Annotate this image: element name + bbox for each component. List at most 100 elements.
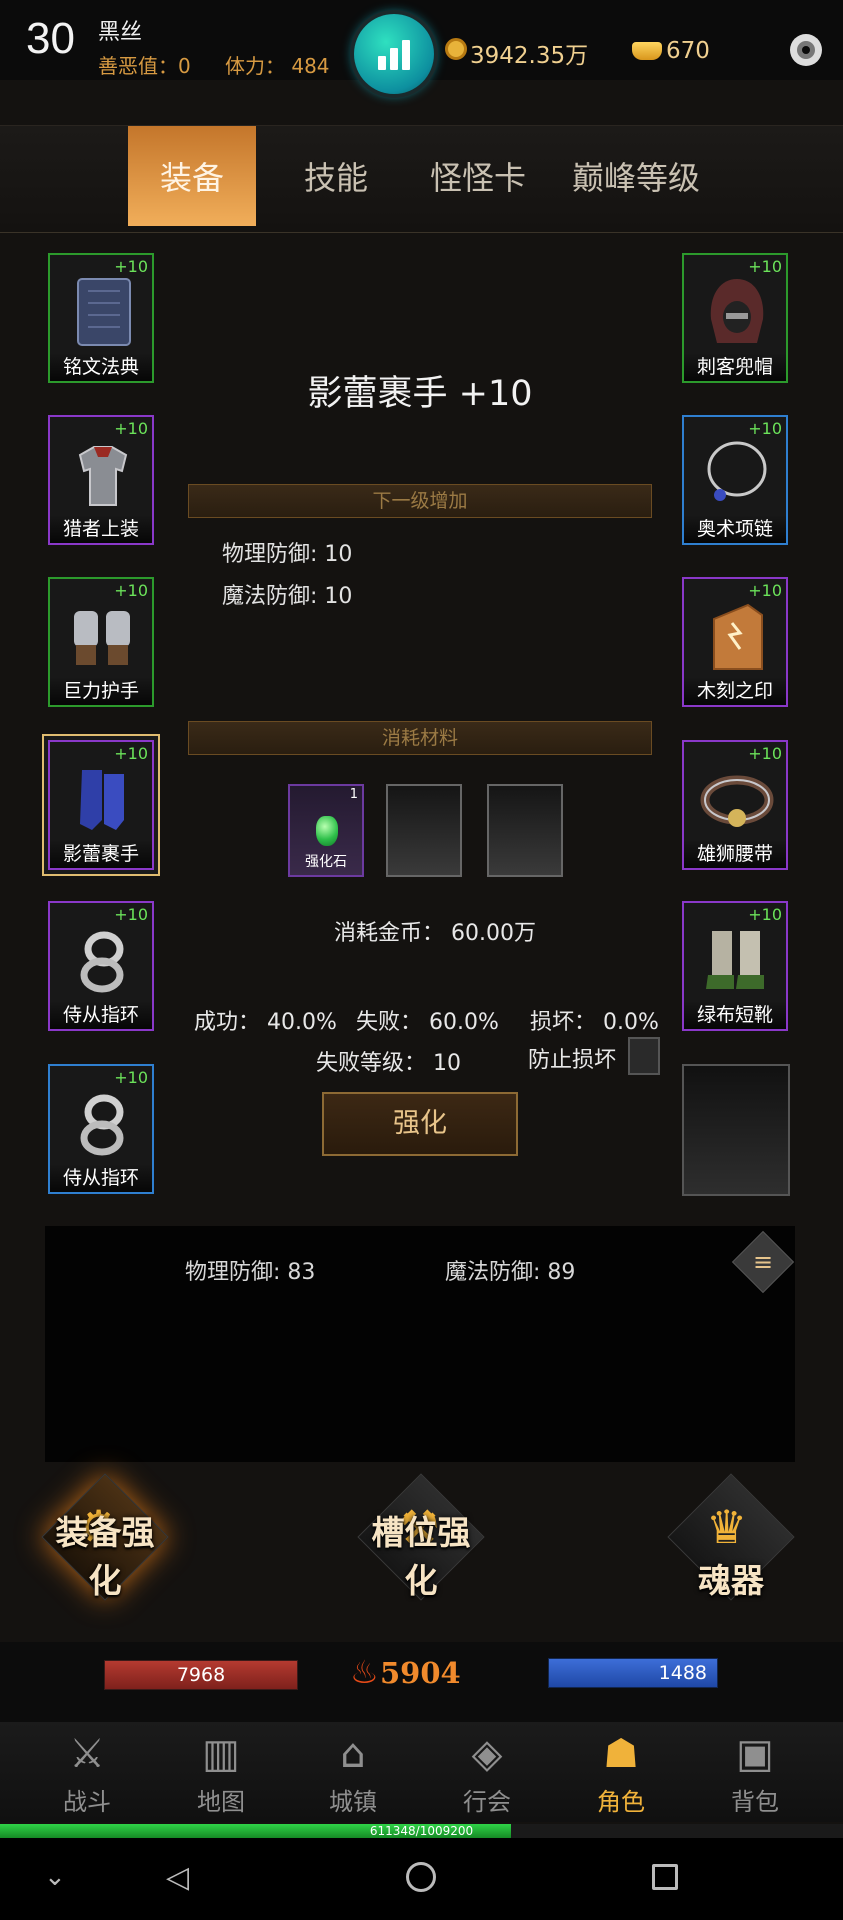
gear-icon[interactable] <box>790 34 822 66</box>
equip-slot-shadow-gloves[interactable]: +10 影蕾裹手 <box>48 740 154 870</box>
failure-rate: 失败： 60.0% <box>356 1010 499 1035</box>
nav-town[interactable]: ⌂ 城镇 <box>298 1722 408 1822</box>
next-level-banner: 下一级增加 <box>188 484 652 518</box>
material-label: 强化石 <box>305 854 347 870</box>
gold-amount: 3942.35万 <box>470 43 589 69</box>
protect-label: 防止损坏 <box>528 1048 617 1073</box>
chest-armor-icon <box>78 446 128 506</box>
material-count: 1 <box>349 787 358 802</box>
back-icon[interactable]: ◁ <box>166 1860 189 1895</box>
backpack-icon: ▣ <box>736 1731 774 1777</box>
tab-monster-cards[interactable]: 怪怪卡 <box>428 126 528 226</box>
slot-label: 铭文法典 <box>50 353 152 381</box>
mp-bar: 1488 <box>548 1658 718 1688</box>
equip-slot-boots[interactable]: +10 绿布短靴 <box>682 901 788 1031</box>
total-magic-defense: 魔法防御: 89 <box>445 1260 576 1285</box>
nav-backpack[interactable]: ▣ 背包 <box>700 1722 810 1822</box>
enhance-level: +10 <box>748 905 782 924</box>
bar-chart-icon[interactable] <box>354 14 434 94</box>
slot-label: 巨力护手 <box>50 677 152 705</box>
book-map-icon: ▥ <box>202 1731 240 1777</box>
tab-skills[interactable]: 技能 <box>288 126 384 226</box>
equip-slot-ring-1[interactable]: +10 侍从指环 <box>48 901 154 1031</box>
total-physical-defense: 物理防御: 83 <box>185 1260 316 1285</box>
equip-slot-chest[interactable]: +10 猎者上装 <box>48 415 154 545</box>
equip-slot-ring-2[interactable]: +10 侍从指环 <box>48 1064 154 1194</box>
enhance-level: +10 <box>114 257 148 276</box>
tab-equipment[interactable]: 装备 <box>128 126 256 226</box>
equip-slot-seal[interactable]: +10 木刻之印 <box>682 577 788 707</box>
feature-label: 装备强化 <box>55 1513 155 1600</box>
ring-icon <box>80 1094 124 1156</box>
material-slot-empty[interactable] <box>386 784 462 877</box>
guild-icon: ◈ <box>471 1731 503 1777</box>
coin-icon <box>445 38 467 60</box>
enhance-level: +10 <box>114 905 148 924</box>
feature-equip-enhance[interactable]: ⚙ 装备强化 <box>40 1473 170 1612</box>
nav-guild[interactable]: ◈ 行会 <box>432 1722 542 1822</box>
enhance-level: +10 <box>748 257 782 276</box>
home-icon[interactable] <box>406 1862 436 1892</box>
feature-slot-enhance[interactable]: ⚒ 槽位强化 <box>356 1473 486 1612</box>
next-stat-magic-defense: 魔法防御: 10 <box>222 584 353 609</box>
enhance-button[interactable]: 强化 <box>322 1092 518 1156</box>
item-title: 影蕾裹手 +10 <box>307 374 533 414</box>
protect-checkbox[interactable] <box>628 1037 660 1075</box>
character-icon: ☗ <box>603 1731 639 1777</box>
wooden-seal-icon <box>713 603 763 670</box>
tab-peak-level[interactable]: 巅峰等级 <box>556 126 716 226</box>
nav-character[interactable]: ☗ 角色 <box>566 1722 676 1822</box>
equip-slot-necklace[interactable]: +10 奥术项链 <box>682 415 788 545</box>
materials-banner: 消耗材料 <box>188 721 652 755</box>
break-rate: 损坏： 0.0% <box>530 1010 659 1035</box>
chevron-down-icon[interactable]: ⌄ <box>44 1862 66 1892</box>
menu-lines-icon: ≡ <box>752 1248 774 1276</box>
feature-soul-artifact[interactable]: ♛ 魂器 <box>667 1473 795 1612</box>
necklace-icon <box>707 441 767 501</box>
slot-label: 刺客兜帽 <box>684 353 786 381</box>
fail-level: 失败等级： 10 <box>316 1051 461 1076</box>
feature-label: 魂器 <box>698 1561 764 1600</box>
gold-cost: 消耗金币： 60.00万 <box>334 921 536 946</box>
enhance-level: +10 <box>748 581 782 600</box>
nav-battle[interactable]: ⚔ 战斗 <box>32 1722 142 1822</box>
slot-label: 绿布短靴 <box>684 1001 786 1029</box>
equip-slot-hood[interactable]: +10 刺客兜帽 <box>682 253 788 383</box>
enhance-level: +10 <box>114 419 148 438</box>
equip-slot-codex[interactable]: +10 铭文法典 <box>48 253 154 383</box>
slot-label: 木刻之印 <box>684 677 786 705</box>
material-slot-empty[interactable] <box>487 784 563 877</box>
soul-artifact-icon: ♛ <box>706 1500 748 1554</box>
equip-slot-gauntlets[interactable]: +10 巨力护手 <box>48 577 154 707</box>
equip-slot-belt[interactable]: +10 雄狮腰带 <box>682 740 788 870</box>
gauntlets-icon <box>74 611 130 665</box>
enhance-level: +10 <box>748 744 782 763</box>
feature-label: 槽位强化 <box>371 1513 471 1600</box>
town-icon: ⌂ <box>340 1731 366 1777</box>
recent-apps-icon[interactable] <box>652 1864 678 1890</box>
ring-icon <box>80 931 124 993</box>
tab-bar: 装备 技能 怪怪卡 巅峰等级 <box>0 125 843 233</box>
hp-bar: 7968 <box>104 1660 298 1690</box>
karma-value: 善恶值：0 <box>98 54 191 78</box>
codex-icon <box>77 278 131 346</box>
slot-label: 雄狮腰带 <box>684 840 786 868</box>
enhance-level: +10 <box>114 744 148 763</box>
nav-map[interactable]: ▥ 地图 <box>166 1722 276 1822</box>
empty-equip-slot[interactable] <box>682 1064 790 1196</box>
hood-icon <box>710 279 764 343</box>
slot-label: 影蕾裹手 <box>50 840 152 868</box>
ingot-icon <box>632 42 662 60</box>
green-gem-icon <box>316 816 338 846</box>
player-level: 30 <box>26 14 75 63</box>
xp-text: 611348/1009200 <box>369 1824 474 1838</box>
stamina-value: 体力： 484 <box>225 54 330 78</box>
enhance-level: +10 <box>114 1068 148 1087</box>
slot-label: 奥术项链 <box>684 515 786 543</box>
enhance-level: +10 <box>748 419 782 438</box>
material-slot-enhance-stone[interactable]: 1 强化石 <box>288 784 364 877</box>
belt-icon <box>700 775 774 827</box>
next-stat-physical-defense: 物理防御: 10 <box>222 542 353 567</box>
ingot-amount: 670 <box>666 38 710 64</box>
total-stats-panel <box>45 1226 795 1462</box>
